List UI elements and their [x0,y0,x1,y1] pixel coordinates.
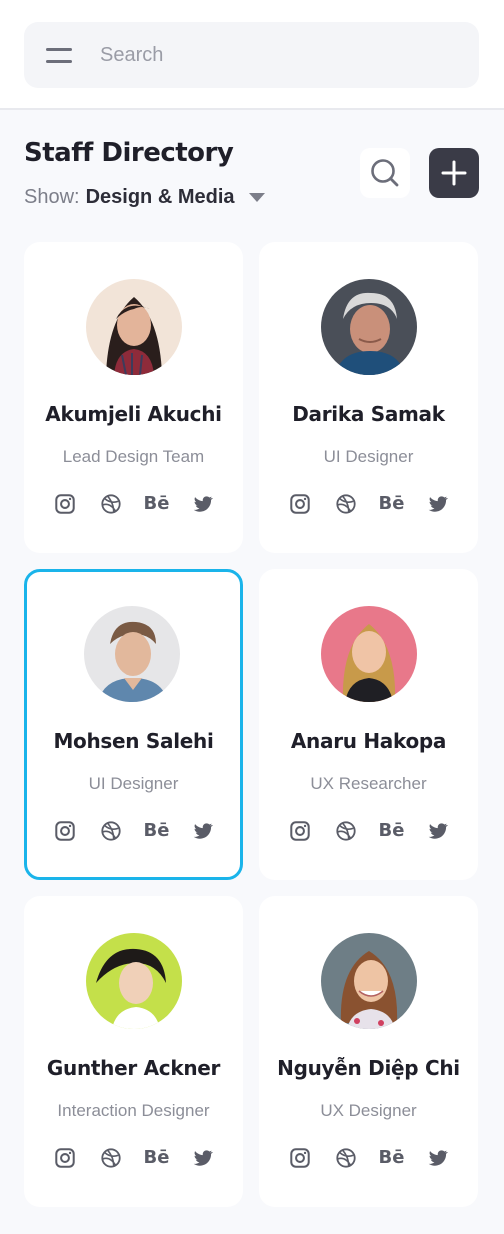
dribbble-icon[interactable] [99,819,123,843]
avatar [85,933,182,1029]
filter-value: Design & Media [85,186,235,208]
page-title: Staff Directory [24,138,234,168]
dribbble-icon[interactable] [99,492,123,516]
staff-name: Akumjeli Akuchi [45,402,222,426]
staff-role: UI Designer [323,447,414,466]
instagram-icon[interactable] [53,819,77,843]
avatar [320,933,417,1029]
twitter-icon[interactable] [191,819,215,843]
instagram-icon[interactable] [288,492,312,516]
staff-name: Mohsen Salehi [53,729,214,753]
behance-icon[interactable]: Bē [144,819,170,843]
twitter-icon[interactable] [426,492,450,516]
instagram-icon[interactable] [53,1146,77,1170]
dribbble-icon[interactable] [334,492,358,516]
caret-down-icon [248,193,265,202]
search-button[interactable] [360,148,410,198]
menu-icon[interactable] [46,44,72,66]
staff-card[interactable]: Anaru Hakopa UX Researcher Bē [259,569,478,880]
staff-card[interactable]: Gunther Ackner Interaction Designer Bē [24,896,243,1207]
add-staff-button[interactable] [429,148,479,198]
behance-icon[interactable]: Bē [144,492,170,516]
filter-label: Show: [24,186,80,208]
social-links: Bē [259,819,478,843]
dribbble-icon[interactable] [334,819,358,843]
instagram-icon[interactable] [288,1146,312,1170]
directory-header: Staff Directory Show: Design & Media [0,112,504,232]
dribbble-icon[interactable] [334,1146,358,1170]
instagram-icon[interactable] [53,492,77,516]
staff-name: Darika Samak [292,402,445,426]
staff-card[interactable]: Nguyễn Diệp Chi UX Designer Bē [259,896,478,1207]
staff-name: Anaru Hakopa [290,729,447,753]
social-links: Bē [24,492,243,516]
instagram-icon[interactable] [288,819,312,843]
avatar [320,606,417,702]
staff-card-selected[interactable]: Mohsen Salehi UI Designer Bē [24,569,243,880]
twitter-icon[interactable] [191,1146,215,1170]
staff-name: Nguyễn Diệp Chi [277,1056,460,1080]
behance-icon[interactable]: Bē [379,1146,405,1170]
staff-role: Lead Design Team [62,447,205,466]
twitter-icon[interactable] [426,819,450,843]
avatar [85,279,182,375]
staff-card[interactable]: Akumjeli Akuchi Lead Design Team Bē [24,242,243,553]
dribbble-icon[interactable] [99,1146,123,1170]
staff-name: Gunther Ackner [46,1056,221,1080]
staff-role: Interaction Designer [57,1101,210,1120]
twitter-icon[interactable] [191,492,215,516]
plus-icon [441,160,467,186]
social-links: Bē [27,819,240,843]
behance-icon[interactable]: Bē [379,819,405,843]
department-filter[interactable]: Show: Design & Media [24,186,265,209]
top-bar [0,0,504,110]
behance-icon[interactable]: Bē [144,1146,170,1170]
staff-role: UX Designer [320,1101,417,1120]
search-input[interactable] [100,36,460,74]
avatar [320,279,417,375]
social-links: Bē [259,492,478,516]
staff-card[interactable]: Darika Samak UI Designer Bē [259,242,478,553]
staff-role: UX Researcher [310,774,427,793]
search-icon [371,159,399,187]
avatar [83,606,180,702]
twitter-icon[interactable] [426,1146,450,1170]
search-bar [24,22,479,88]
social-links: Bē [259,1146,478,1170]
behance-icon[interactable]: Bē [379,492,405,516]
staff-role: UI Designer [88,774,179,793]
social-links: Bē [24,1146,243,1170]
